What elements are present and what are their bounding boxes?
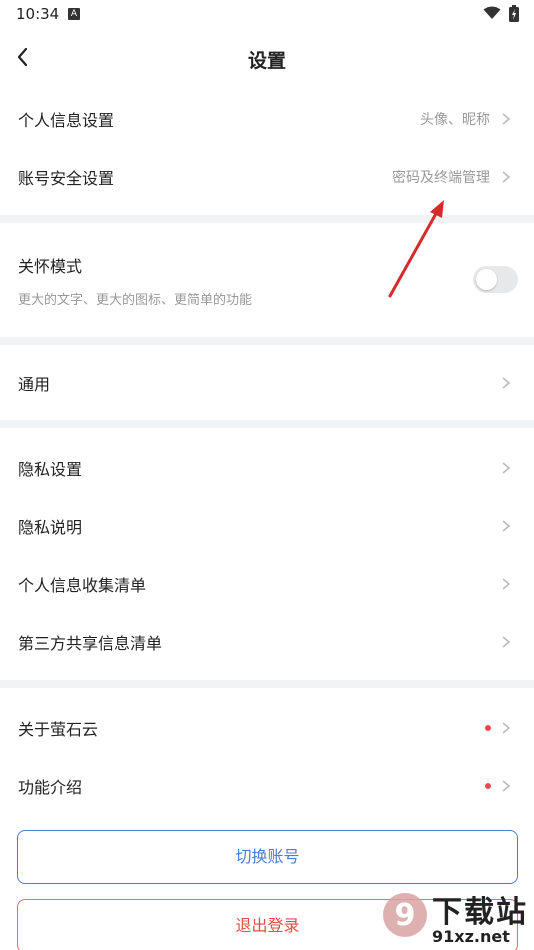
status-time: 10:34 [16, 5, 60, 23]
general-row[interactable]: 通用 [0, 354, 534, 412]
chevron-right-icon [502, 520, 511, 532]
care-mode-toggle[interactable] [473, 266, 518, 293]
about-row[interactable]: 关于萤石云 [0, 699, 534, 757]
row-label: 个人信息设置 [18, 111, 115, 130]
chevron-right-icon [502, 722, 511, 734]
site-logo-icon: 9 [383, 893, 427, 937]
row-label: 通用 [18, 375, 51, 394]
row-label: 功能介绍 [18, 778, 83, 797]
page-title: 设置 [247, 50, 286, 72]
status-bar: 10:34 A [0, 0, 534, 28]
row-label: 账号安全设置 [18, 169, 115, 188]
new-badge-dot [485, 725, 491, 731]
nav-header: 设置 [0, 28, 534, 88]
battery-icon [509, 5, 519, 22]
wifi-icon [483, 6, 501, 19]
chevron-right-icon [502, 636, 511, 648]
chevron-right-icon [502, 171, 511, 183]
watermark-text: 下载站 [432, 895, 528, 930]
row-label: 个人信息收集清单 [18, 576, 147, 595]
row-label: 隐私说明 [18, 518, 83, 537]
account-security-settings-row[interactable]: 账号安全设置 密码及终端管理 [0, 148, 534, 206]
chevron-right-icon [502, 462, 511, 474]
chevron-right-icon [502, 377, 511, 389]
row-label: 第三方共享信息清单 [18, 634, 163, 653]
care-mode-description: 更大的文字、更大的图标、更简单的功能 [18, 293, 253, 308]
watermark: 9 下载站 91xz.net [380, 885, 534, 950]
chevron-right-icon [502, 113, 511, 125]
chevron-right-icon [502, 578, 511, 590]
logo-number: 9 [395, 898, 416, 933]
care-mode-title: 关怀模式 [18, 257, 83, 276]
row-value: 头像、昵称 [420, 112, 490, 128]
privacy-policy-row[interactable]: 隐私说明 [0, 497, 534, 555]
row-label: 隐私设置 [18, 460, 83, 479]
care-mode-row: 关怀模式 更大的文字、更大的图标、更简单的功能 [0, 225, 534, 337]
switch-account-button[interactable]: 切换账号 [17, 830, 518, 884]
personal-info-settings-row[interactable]: 个人信息设置 头像、昵称 [0, 90, 534, 148]
section-divider [0, 337, 534, 345]
new-badge-dot [485, 783, 491, 789]
row-value: 密码及终端管理 [392, 170, 490, 186]
section-divider [0, 215, 534, 223]
feature-intro-row[interactable]: 功能介绍 [0, 757, 534, 815]
privacy-settings-row[interactable]: 隐私设置 [0, 439, 534, 497]
watermark-url: 91xz.net [432, 927, 510, 946]
row-label: 关于萤石云 [18, 720, 99, 739]
section-divider [0, 680, 534, 688]
section-divider [0, 420, 534, 428]
annotation-arrow-icon [388, 200, 444, 298]
third-party-sharing-list-row[interactable]: 第三方共享信息清单 [0, 613, 534, 671]
personal-info-collection-list-row[interactable]: 个人信息收集清单 [0, 555, 534, 613]
notification-icon: A [68, 8, 80, 20]
toggle-knob [476, 269, 497, 290]
chevron-right-icon [502, 780, 511, 792]
